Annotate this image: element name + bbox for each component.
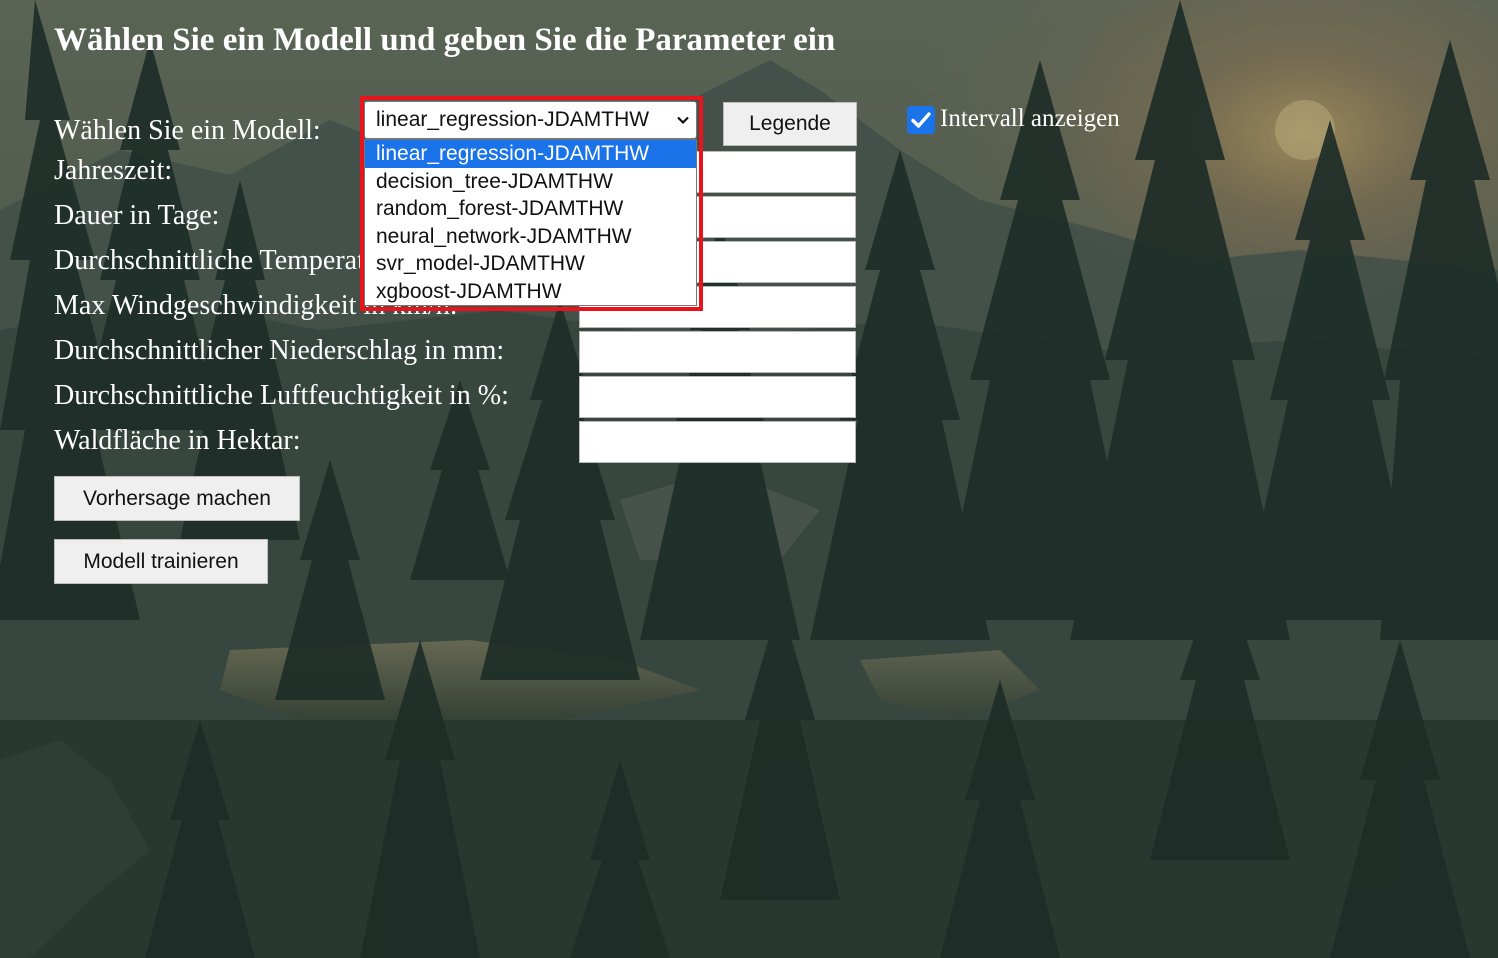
dropdown-option-decision-tree[interactable]: decision_tree-JDAMTHW: [365, 168, 696, 196]
page-title: Wählen Sie ein Modell und geben Sie die …: [54, 22, 836, 58]
chevron-down-icon: [677, 116, 689, 125]
model-select-label: Wählen Sie ein Modell:: [54, 115, 321, 146]
avg-humidity-label: Durchschnittliche Luftfeuchtigkeit in %:: [54, 380, 509, 411]
duration-days-label: Dauer in Tage:: [54, 200, 220, 231]
dropdown-option-linear-regression[interactable]: linear_regression-JDAMTHW: [365, 140, 696, 168]
dropdown-option-svr-model[interactable]: svr_model-JDAMTHW: [365, 250, 696, 278]
avg-precipitation-label: Durchschnittlicher Niederschlag in mm:: [54, 335, 505, 366]
checkmark-icon: [911, 112, 931, 128]
model-select-value: linear_regression-JDAMTHW: [376, 108, 650, 131]
model-select[interactable]: linear_regression-JDAMTHW: [364, 101, 697, 139]
train-model-button[interactable]: Modell trainieren: [54, 539, 268, 584]
dropdown-option-neural-network[interactable]: neural_network-JDAMTHW: [365, 223, 696, 251]
dropdown-option-xgboost[interactable]: xgboost-JDAMTHW: [365, 278, 696, 306]
season-label: Jahreszeit:: [54, 155, 173, 186]
forest-area-input[interactable]: [579, 421, 856, 463]
interval-checkbox[interactable]: [907, 106, 935, 134]
avg-precipitation-input[interactable]: [579, 331, 856, 373]
forest-area-label: Waldfläche in Hektar:: [54, 425, 301, 456]
avg-humidity-input[interactable]: [579, 376, 856, 418]
predict-button[interactable]: Vorhersage machen: [54, 476, 300, 521]
legend-button[interactable]: Legende: [723, 102, 857, 146]
interval-checkbox-label: Intervall anzeigen: [940, 105, 1120, 132]
model-dropdown-list: linear_regression-JDAMTHW decision_tree-…: [364, 139, 697, 306]
dropdown-option-random-forest[interactable]: random_forest-JDAMTHW: [365, 195, 696, 223]
